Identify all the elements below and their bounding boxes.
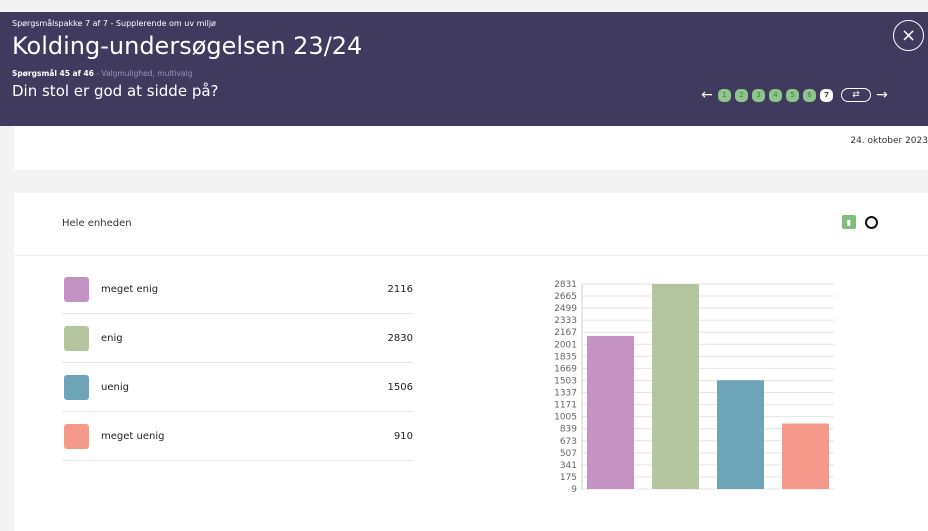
bar-enig[interactable] xyxy=(652,284,699,489)
y-tick-label: 1337 xyxy=(554,389,577,399)
swap-icon: ⇄ xyxy=(852,90,860,100)
results-card-header: Hele enheden ▮ xyxy=(14,193,928,256)
y-tick-label: 1835 xyxy=(554,352,577,362)
question-number: Spørgsmål 45 af 46 - Valgmulighed, multi… xyxy=(12,69,192,78)
step-1-button[interactable]: 1 xyxy=(718,88,731,102)
bar-chart-icon: ▮ xyxy=(846,217,852,227)
legend-swatch xyxy=(64,423,89,449)
legend-row: enig 2830 xyxy=(62,314,413,363)
switch-button[interactable]: ⇄ xyxy=(841,88,871,102)
bar-chart-toggle[interactable]: ▮ xyxy=(842,215,856,229)
y-tick-label: 839 xyxy=(560,425,577,435)
bar-meget-enig[interactable] xyxy=(587,335,634,489)
legend-row: meget uenig 910 xyxy=(62,412,413,461)
close-icon: × xyxy=(900,24,917,46)
y-tick-label: 2665 xyxy=(554,292,577,302)
close-button[interactable]: × xyxy=(893,20,924,51)
y-tick-label: 673 xyxy=(560,437,577,447)
legend-swatch xyxy=(64,276,89,302)
legend-label: uenig xyxy=(101,381,129,393)
date-label: 24. oktober 2023 xyxy=(850,136,928,146)
bar-chart-svg: 2831 2665 2499 2333 2167 2001 1835 1669 1503 1337… xyxy=(554,280,834,495)
y-tick-label: 9 xyxy=(571,485,577,495)
legend-label: meget enig xyxy=(101,283,159,295)
package-label: Spørgsmålspakke 7 af 7 - Supplerende om … xyxy=(12,19,216,28)
legend-swatch xyxy=(64,325,89,351)
question-text: Din stol er god at sidde på? xyxy=(12,82,219,100)
legend-list: meget enig 2116 enig 2830 uenig 1506 meg… xyxy=(62,265,413,461)
legend-label: enig xyxy=(101,332,123,344)
legend-value: 1506 xyxy=(387,381,413,393)
step-4-button[interactable]: 4 xyxy=(769,88,782,102)
step-3-button[interactable]: 3 xyxy=(752,88,765,102)
legend-row: uenig 1506 xyxy=(62,363,413,412)
legend-row: meget enig 2116 xyxy=(62,265,413,314)
bar-meget-uenig[interactable] xyxy=(782,423,829,489)
step-5-button[interactable]: 5 xyxy=(786,88,799,102)
y-tick-label: 1171 xyxy=(554,401,577,411)
y-tick-label: 1503 xyxy=(554,376,577,386)
date-card: 24. oktober 2023 xyxy=(14,126,928,170)
question-header: Spørgsmålspakke 7 af 7 - Supplerende om … xyxy=(0,12,928,126)
step-7-button[interactable]: 7 xyxy=(820,88,833,102)
y-tick-label: 2333 xyxy=(554,316,577,326)
y-tick-label: 2001 xyxy=(554,340,577,350)
y-tick-label: 2831 xyxy=(554,280,577,290)
y-tick-label: 2499 xyxy=(554,304,577,314)
legend-value: 910 xyxy=(393,430,413,442)
arrow-right-icon[interactable]: → xyxy=(875,87,889,103)
donut-chart-toggle[interactable] xyxy=(865,216,878,229)
survey-title: Kolding-undersøgelsen 23/24 xyxy=(12,32,363,60)
arrow-left-icon[interactable]: ← xyxy=(700,87,714,103)
y-tick-label: 2167 xyxy=(554,328,577,338)
legend-label: meget uenig xyxy=(101,430,165,442)
step-6-button[interactable]: 6 xyxy=(803,88,816,102)
unit-label: Hele enheden xyxy=(62,218,132,229)
step-2-button[interactable]: 2 xyxy=(735,88,748,102)
bar-uenig[interactable] xyxy=(717,380,764,489)
y-tick-label: 1005 xyxy=(554,413,577,423)
legend-value: 2116 xyxy=(387,283,413,295)
question-type: - Valgmulighed, multivalg xyxy=(93,69,193,78)
y-tick-label: 1669 xyxy=(554,364,577,374)
y-tick-label: 341 xyxy=(560,461,577,471)
legend-value: 2830 xyxy=(387,332,413,344)
y-tick-label: 175 xyxy=(560,473,577,483)
results-card: Hele enheden ▮ meget enig 2116 enig 2830… xyxy=(14,193,928,531)
bar-chart: 2831 2665 2499 2333 2167 2001 1835 1669 1503 1337… xyxy=(534,277,834,501)
y-tick-label: 507 xyxy=(560,449,577,459)
legend-swatch xyxy=(64,374,89,400)
question-number-text: Spørgsmål 45 af 46 xyxy=(12,69,94,78)
question-navigation: ← 1 2 3 4 5 6 7 ⇄ → xyxy=(700,87,889,103)
